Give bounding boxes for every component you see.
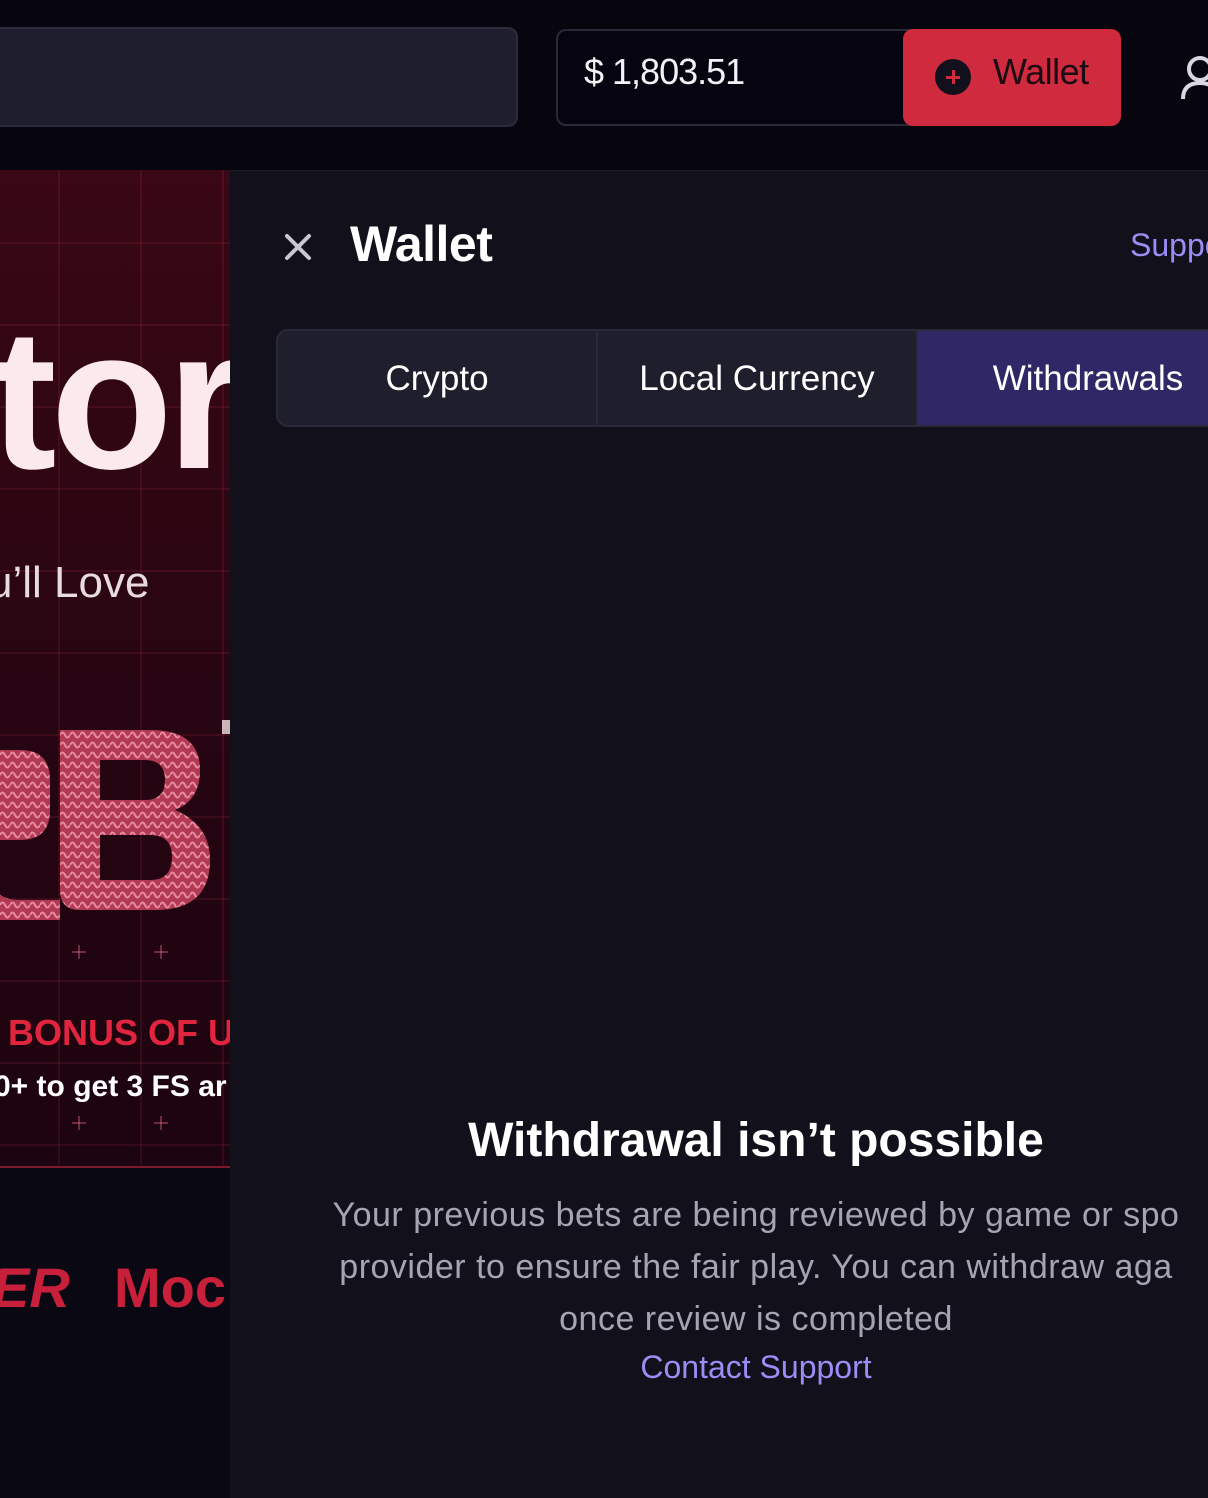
wallet-tabs: Crypto Local Currency Withdrawals: [276, 329, 1208, 427]
partner-logo: ER: [0, 1256, 70, 1319]
tab-crypto[interactable]: Crypto: [278, 331, 598, 425]
panel-title: Wallet: [350, 216, 493, 272]
contact-support-link[interactable]: Contact Support: [230, 1349, 1208, 1386]
wallet-button-label: Wallet: [993, 51, 1089, 92]
withdrawal-status-message: Your previous bets are being reviewed by…: [246, 1189, 1208, 1345]
message-line: provider to ensure the fair play. You ca…: [339, 1248, 1173, 1286]
plus-circle-icon: [935, 59, 971, 95]
support-link[interactable]: Suppo: [1130, 227, 1208, 264]
grid-marker: [154, 1116, 168, 1130]
tab-withdrawals[interactable]: Withdrawals: [918, 331, 1208, 425]
wallet-panel: Wallet Suppo Crypto Local Currency Withd…: [230, 171, 1208, 1498]
close-icon[interactable]: [282, 231, 314, 263]
user-icon[interactable]: [1180, 55, 1208, 101]
promo-tagline: u’ll Love: [0, 558, 150, 607]
message-line: once review is completed: [559, 1300, 953, 1338]
promo-banner[interactable]: tor u’ll Love BONUS OF UP 0+ to get 3 FS…: [0, 170, 230, 1168]
partner-logo: Moc: [114, 1256, 226, 1319]
knitted-letters-image: [0, 720, 230, 920]
balance-amount: $ 1,803.51: [584, 51, 745, 92]
promo-headline: tor: [0, 288, 230, 511]
top-bar: $ 1,803.51 Wallet: [0, 0, 1208, 171]
wallet-button[interactable]: Wallet: [903, 29, 1121, 126]
promo-background: tor u’ll Love BONUS OF UP 0+ to get 3 FS…: [0, 170, 230, 1498]
withdrawal-status-title: Withdrawal isn’t possible: [468, 1114, 1044, 1167]
promo-bonus-text: BONUS OF UP: [8, 1012, 230, 1053]
search-input[interactable]: [0, 27, 518, 127]
message-line: Your previous bets are being reviewed by…: [332, 1196, 1180, 1234]
grid-marker: [72, 945, 86, 959]
grid-marker: [72, 1116, 86, 1130]
tab-local-currency[interactable]: Local Currency: [598, 331, 918, 425]
promo-bonus-detail: 0+ to get 3 FS ar: [0, 1070, 227, 1103]
grid-marker: [154, 945, 168, 959]
